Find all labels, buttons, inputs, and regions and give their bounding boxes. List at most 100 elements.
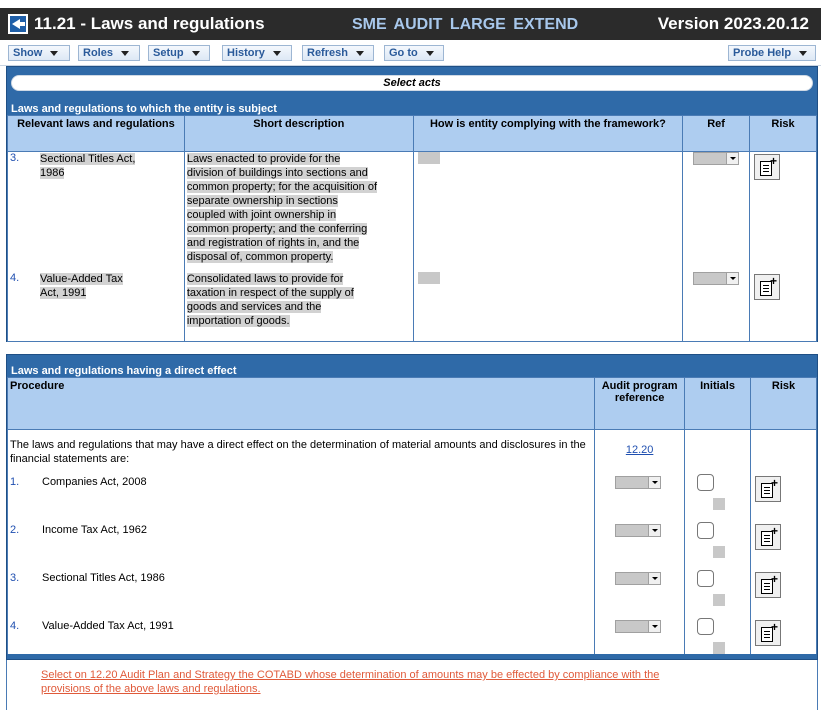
table-row: 4. Value-Added Tax Act, 1991 +	[6, 613, 817, 654]
risk-cell: +	[750, 565, 817, 614]
ref-dropdown[interactable]	[693, 152, 740, 165]
law-name: Value-Added Tax Act, 1991	[40, 272, 140, 300]
section-title-subject: Laws and regulations to which the entity…	[11, 103, 277, 115]
complying-field[interactable]	[417, 152, 440, 164]
description-cell: Laws enacted to provide for the division…	[183, 151, 414, 272]
col-audit-ref: Audit program reference	[594, 377, 686, 430]
laws-direct-effect-panel: Laws and regulations having a direct eff…	[6, 354, 818, 660]
col-initials: Initials	[684, 377, 752, 430]
subject-laws-table: Relevant laws and regulations Short desc…	[7, 115, 817, 342]
row-number: 3.	[10, 571, 20, 584]
chevron-down-icon	[50, 50, 59, 56]
audit-ref-dropdown[interactable]	[615, 619, 662, 633]
audit-ref-dropdown[interactable]	[615, 571, 662, 585]
footer-note-link[interactable]: Select on 12.20 Audit Plan and Strategy …	[41, 668, 681, 696]
ref-cell	[682, 271, 751, 342]
history-menu-label: History	[227, 47, 265, 59]
add-risk-icon[interactable]: +	[754, 273, 781, 300]
section-title-direct-effect: Laws and regulations having a direct eff…	[11, 365, 237, 377]
menu-bar: Show Roles Setup History Refresh Go to P…	[0, 40, 821, 66]
complying-field[interactable]	[417, 271, 440, 284]
table-row: 4. Value-Added Tax Act, 1991 Consolidate…	[7, 271, 817, 342]
initials-field[interactable]	[713, 545, 726, 558]
col-relevant-laws: Relevant laws and regulations	[7, 115, 185, 152]
procedure-label: Value-Added Tax Act, 1991	[42, 619, 174, 632]
version-label: Version 2023.20.12	[657, 14, 809, 33]
initials-field[interactable]	[713, 641, 726, 654]
intro-initials-cell	[684, 429, 752, 470]
chevron-down-icon	[120, 50, 129, 56]
table-row: 3. Sectional Titles Act, 1986 +	[6, 565, 817, 614]
initials-checkbox[interactable]	[697, 569, 715, 587]
law-name-text: Value-Added Tax Act, 1991	[40, 272, 123, 299]
intro-row: The laws and regulations that may have a…	[6, 429, 817, 470]
ref-cell	[682, 151, 751, 272]
row-number: 3.	[10, 152, 20, 164]
add-risk-icon[interactable]: +	[755, 619, 782, 646]
show-menu[interactable]: Show	[8, 45, 70, 61]
law-description: Consolidated laws to provide for taxatio…	[186, 272, 354, 327]
risk-cell: +	[750, 469, 817, 518]
audit-ref-dropdown[interactable]	[615, 523, 662, 537]
chevron-down-icon	[425, 50, 434, 56]
law-name-text: Sectional Titles Act, 1986	[40, 153, 136, 179]
goto-menu-label: Go to	[389, 47, 418, 59]
procedure-cell: 2. Income Tax Act, 1962	[6, 517, 596, 566]
law-cell: 3. Sectional Titles Act, 1986	[7, 151, 185, 272]
initials-cell	[684, 517, 752, 566]
procedure-cell: 4. Value-Added Tax Act, 1991	[6, 613, 596, 654]
procedure-label: Sectional Titles Act, 1986	[42, 571, 165, 584]
audit-ref-dropdown[interactable]	[615, 475, 662, 489]
row-number: 4.	[10, 271, 20, 284]
laws-subject-panel: Select acts Laws and regulations to whic…	[6, 66, 818, 342]
show-menu-label: Show	[13, 47, 43, 59]
initials-checkbox[interactable]	[697, 521, 715, 539]
col-risk: Risk	[749, 115, 817, 152]
risk-cell: +	[749, 271, 817, 342]
risk-cell: +	[749, 151, 817, 272]
direct-effect-table: Procedure Audit program reference Initia…	[6, 377, 817, 654]
initials-cell	[684, 469, 752, 518]
audit-ref-cell	[594, 565, 686, 614]
table-row: 2. Income Tax Act, 1962 +	[6, 517, 817, 566]
chevron-down-icon	[272, 50, 281, 56]
add-risk-icon[interactable]: +	[755, 571, 782, 598]
select-acts-button[interactable]: Select acts	[11, 75, 813, 91]
procedure-label: Income Tax Act, 1962	[42, 523, 147, 536]
audit-ref-link[interactable]: 12.20	[626, 444, 654, 456]
package-label: SME AUDIT LARGE EXTEND	[352, 16, 579, 33]
law-cell: 4. Value-Added Tax Act, 1991	[7, 271, 185, 342]
roles-menu-label: Roles	[83, 47, 113, 59]
intro-risk-cell	[750, 429, 817, 470]
col-short-description: Short description	[183, 115, 414, 152]
initials-field[interactable]	[713, 497, 726, 510]
back-icon[interactable]	[8, 14, 28, 34]
refresh-menu[interactable]: Refresh	[302, 45, 374, 61]
history-menu[interactable]: History	[222, 45, 292, 61]
chevron-down-icon	[191, 50, 200, 56]
goto-menu[interactable]: Go to	[384, 45, 444, 61]
complying-cell[interactable]	[412, 271, 684, 342]
initials-checkbox[interactable]	[697, 473, 715, 491]
audit-ref-cell	[594, 469, 686, 518]
col-complying: How is entity complying with the framewo…	[412, 115, 684, 152]
initials-field[interactable]	[713, 593, 726, 606]
audit-ref-cell	[594, 613, 686, 654]
add-risk-icon[interactable]: +	[755, 475, 782, 502]
probe-help-menu[interactable]: Probe Help	[728, 45, 816, 61]
row-number: 1.	[10, 475, 20, 488]
initials-checkbox[interactable]	[697, 617, 715, 635]
initials-cell	[684, 565, 752, 614]
add-risk-icon[interactable]: +	[755, 523, 782, 550]
ref-dropdown[interactable]	[693, 271, 740, 285]
intro-ref-cell: 12.20	[594, 429, 686, 470]
setup-menu[interactable]: Setup	[148, 45, 210, 61]
add-risk-icon[interactable]: +	[754, 154, 781, 180]
risk-cell: +	[750, 517, 817, 566]
procedure-cell: 3. Sectional Titles Act, 1986	[6, 565, 596, 614]
complying-cell[interactable]	[412, 151, 684, 272]
row-number: 2.	[10, 523, 20, 536]
row-number: 4.	[10, 619, 20, 632]
roles-menu[interactable]: Roles	[78, 45, 140, 61]
table-row: 1. Companies Act, 2008 +	[6, 469, 817, 518]
